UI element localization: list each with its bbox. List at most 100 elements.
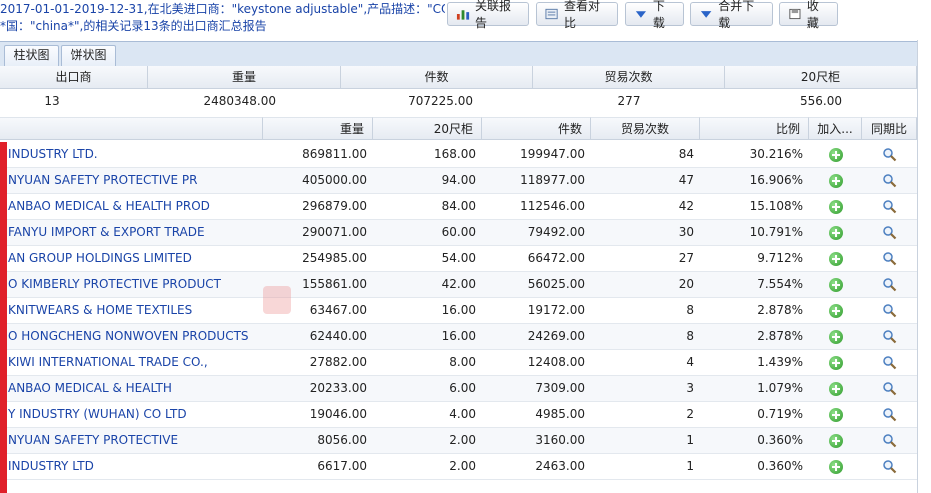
download-label: 下载 — [652, 0, 665, 30]
add-plus-icon[interactable] — [828, 225, 843, 240]
weight-cell: 27882.00 — [309, 355, 367, 369]
add-plus-icon[interactable] — [828, 381, 843, 396]
ratio-cell: 2.878% — [757, 303, 803, 317]
magnifier-icon[interactable] — [882, 277, 897, 292]
merge-download-icon — [700, 11, 712, 18]
favorite-label: 收藏 — [806, 0, 819, 30]
exporter-name[interactable]: O HONGCHENG NONWOVEN PRODUCTS — [0, 324, 263, 349]
ratio-cell: 7.554% — [757, 277, 803, 291]
compare-label: 查看对比 — [564, 0, 601, 30]
merge-download-label: 合并下载 — [718, 0, 755, 30]
add-cell — [809, 454, 862, 479]
grid-header-20ft[interactable]: 20尺柜 — [373, 117, 482, 140]
table-row: O HONGCHENG NONWOVEN PRODUCTS 62440.00 16.… — [0, 324, 917, 350]
tab-bar-chart[interactable]: 柱状图 — [4, 45, 59, 66]
ratio-cell: 1.079% — [757, 381, 803, 395]
exporter-name[interactable]: Y INDUSTRY (WUHAN) CO LTD — [0, 402, 263, 427]
pieces-cell: 7309.00 — [535, 381, 585, 395]
trades-cell: 2 — [686, 407, 694, 421]
pieces-cell: 3160.00 — [535, 433, 585, 447]
yoy-cell — [862, 376, 917, 401]
container-20ft-cell: 2.00 — [449, 433, 476, 447]
exporter-name[interactable]: KIWI INTERNATIONAL TRADE CO., — [0, 350, 263, 375]
exporter-name[interactable]: KNITWEARS & HOME TEXTILES — [0, 298, 263, 323]
exporter-name[interactable]: NYUAN SAFETY PROTECTIVE — [0, 428, 263, 453]
grid-header-weight[interactable]: 重量 — [263, 117, 373, 140]
weight-cell: 6617.00 — [317, 459, 367, 473]
add-cell — [809, 220, 862, 245]
download-button[interactable]: 下载 — [625, 0, 684, 30]
grid-header-pieces[interactable]: 件数 — [482, 117, 591, 140]
ratio-cell: 10.791% — [749, 225, 803, 239]
container-20ft-cell: 54.00 — [441, 251, 476, 265]
add-plus-icon[interactable] — [828, 407, 843, 422]
magnifier-icon[interactable] — [882, 381, 897, 396]
related-report-button[interactable]: 关联报告 — [447, 0, 529, 30]
report-header: 2017-01-01-2019-12-31,在北美进口商："keystone a… — [0, 0, 931, 40]
magnifier-icon[interactable] — [882, 225, 897, 240]
summary-value-trades: 277 — [617, 94, 641, 108]
table-row: KNITWEARS & HOME TEXTILES 63467.00 16.00 19… — [0, 298, 917, 324]
summary-table: 出口商 重量 件数 贸易次数 20尺柜 13 2480348.00 707225… — [0, 66, 917, 112]
magnifier-icon[interactable] — [882, 329, 897, 344]
add-cell — [809, 246, 862, 271]
magnifier-icon[interactable] — [882, 303, 897, 318]
container-20ft-cell: 2.00 — [449, 459, 476, 473]
add-plus-icon[interactable] — [828, 459, 843, 474]
add-cell — [809, 428, 862, 453]
trades-cell: 84 — [678, 147, 694, 161]
favorite-button[interactable]: 收藏 — [779, 0, 838, 30]
yoy-cell — [862, 428, 917, 453]
merge-download-button[interactable]: 合并下载 — [690, 0, 773, 30]
summary-header-20ft: 20尺柜 — [725, 66, 917, 89]
magnifier-icon[interactable] — [882, 407, 897, 422]
add-plus-icon[interactable] — [828, 433, 843, 448]
magnifier-icon[interactable] — [882, 433, 897, 448]
grid-header-trades[interactable]: 贸易次数 — [591, 117, 700, 140]
tab-pie-chart[interactable]: 饼状图 — [61, 45, 116, 66]
table-row: ANBAO MEDICAL & HEALTH 20233.00 6.00 7309.0… — [0, 376, 917, 402]
trades-cell: 20 — [678, 277, 694, 291]
magnifier-icon[interactable] — [882, 251, 897, 266]
exporter-name[interactable]: ANBAO MEDICAL & HEALTH — [0, 376, 263, 401]
chart-icon — [456, 10, 470, 20]
ratio-cell: 16.906% — [749, 173, 803, 187]
weight-cell: 19046.00 — [309, 407, 367, 421]
magnifier-icon[interactable] — [882, 199, 897, 214]
exporter-name[interactable]: INDUSTRY LTD — [0, 454, 263, 479]
add-plus-icon[interactable] — [828, 199, 843, 214]
grid-header-add[interactable]: 加入... — [809, 117, 862, 140]
yoy-cell — [862, 246, 917, 271]
exporter-name[interactable]: INDUSTRY LTD. — [0, 142, 263, 167]
add-plus-icon[interactable] — [828, 303, 843, 318]
add-plus-icon[interactable] — [828, 329, 843, 344]
grid-header-ratio[interactable]: 比例 — [700, 117, 809, 140]
exporter-name[interactable]: O KIMBERLY PROTECTIVE PRODUCT — [0, 272, 263, 297]
add-plus-icon[interactable] — [828, 173, 843, 188]
add-plus-icon[interactable] — [828, 277, 843, 292]
magnifier-icon[interactable] — [882, 147, 897, 162]
weight-cell: 20233.00 — [309, 381, 367, 395]
exporter-name[interactable]: AN GROUP HOLDINGS LIMITED — [0, 246, 263, 271]
summary-value-20ft: 556.00 — [800, 94, 842, 108]
table-row: KIWI INTERNATIONAL TRADE CO., 27882.00 8.0… — [0, 350, 917, 376]
trades-cell: 8 — [686, 303, 694, 317]
exporter-name[interactable]: FANYU IMPORT & EXPORT TRADE — [0, 220, 263, 245]
trades-cell: 42 — [678, 199, 694, 213]
add-plus-icon[interactable] — [828, 251, 843, 266]
magnifier-icon[interactable] — [882, 355, 897, 370]
compare-button[interactable]: 查看对比 — [536, 0, 618, 30]
grid-header-yoy[interactable]: 同期比 — [862, 117, 917, 140]
exporter-name[interactable]: ANBAO MEDICAL & HEALTH PROD — [0, 194, 263, 219]
summary-value-pieces: 707225.00 — [408, 94, 473, 108]
trades-cell: 4 — [686, 355, 694, 369]
add-plus-icon[interactable] — [828, 355, 843, 370]
magnifier-icon[interactable] — [882, 173, 897, 188]
weight-cell: 405000.00 — [302, 173, 367, 187]
add-plus-icon[interactable] — [828, 147, 843, 162]
grid-header-exporter[interactable] — [0, 117, 263, 140]
container-20ft-cell: 42.00 — [441, 277, 476, 291]
exporter-name[interactable]: NYUAN SAFETY PROTECTIVE PR — [0, 168, 263, 193]
magnifier-icon[interactable] — [882, 459, 897, 474]
pieces-cell: 12408.00 — [527, 355, 585, 369]
